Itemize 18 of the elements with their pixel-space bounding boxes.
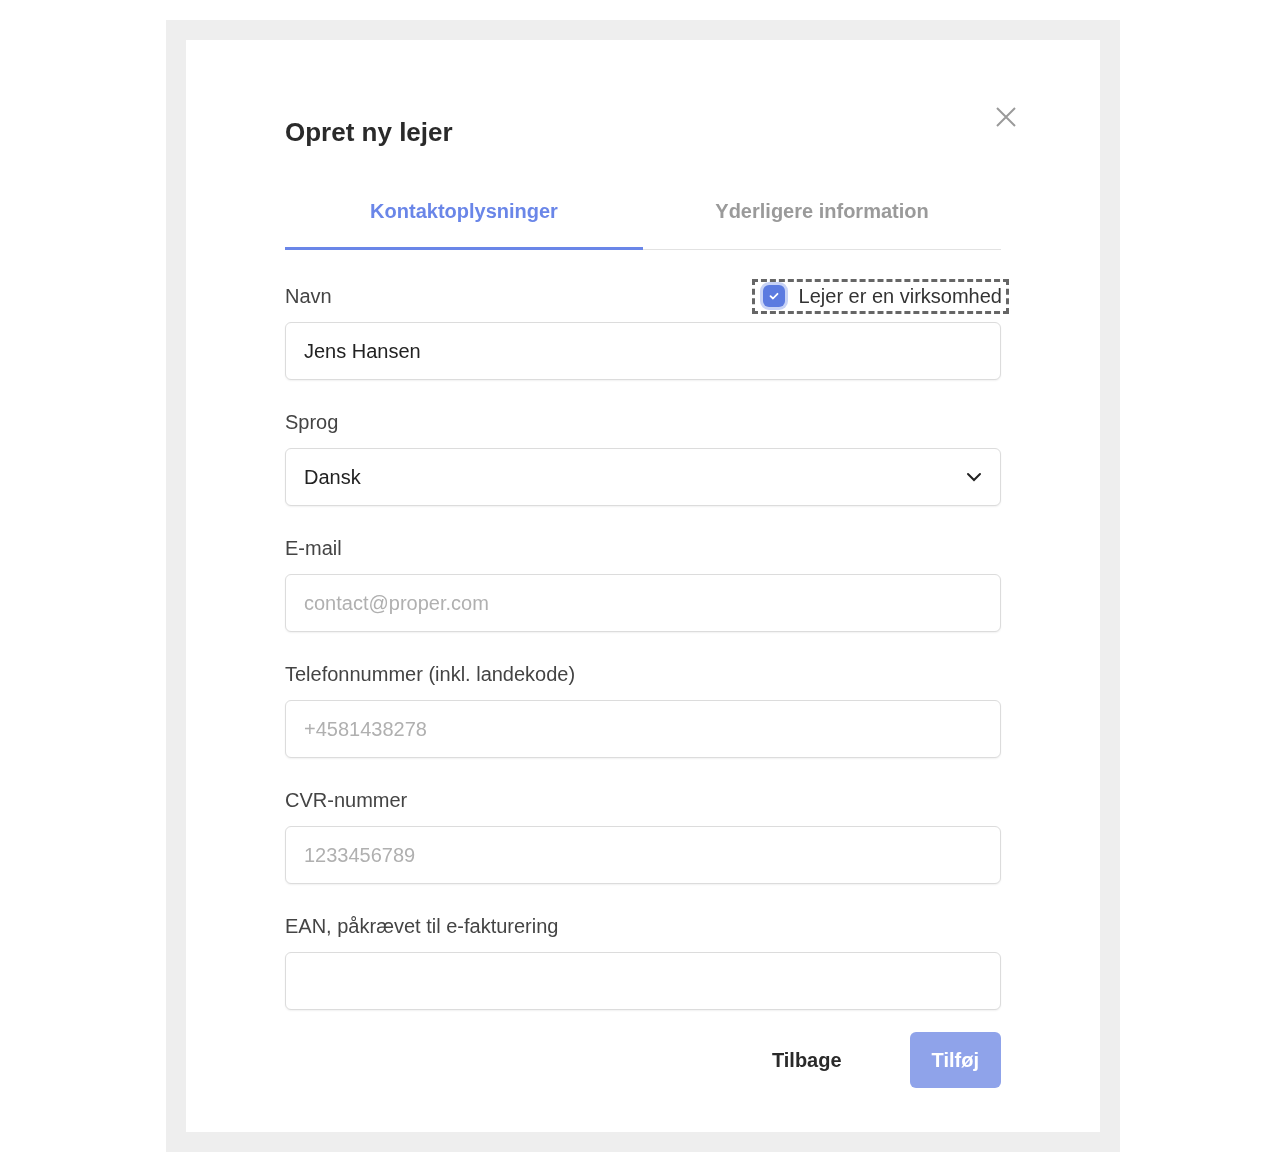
field-label: E-mail: [285, 536, 342, 560]
language-select[interactable]: Dansk: [285, 448, 1001, 506]
field-label: CVR-nummer: [285, 788, 408, 812]
input-field[interactable]: contact@proper.com: [285, 574, 1001, 632]
close-icon[interactable]: [995, 106, 1017, 128]
input-field[interactable]: [285, 952, 1001, 1010]
field-label: Telefonnummer (inkl. landekode): [285, 662, 576, 686]
input-field[interactable]: +4581438278: [285, 700, 1001, 758]
chevron-down-icon: [966, 472, 982, 482]
field-label: Navn: [285, 284, 332, 308]
field-label: EAN, påkrævet til e-fakturering: [285, 914, 559, 938]
input-field[interactable]: Jens Hansen: [285, 322, 1001, 380]
checkbox-label[interactable]: Lejer er en virksomhed: [798, 284, 1002, 308]
field-label: Sprog: [285, 410, 339, 434]
dialog-title: Opret ny lejer: [285, 116, 453, 148]
checkbox[interactable]: [762, 285, 785, 307]
checkmark-icon: [767, 290, 780, 302]
input-field[interactable]: 1233456789: [285, 826, 1001, 884]
